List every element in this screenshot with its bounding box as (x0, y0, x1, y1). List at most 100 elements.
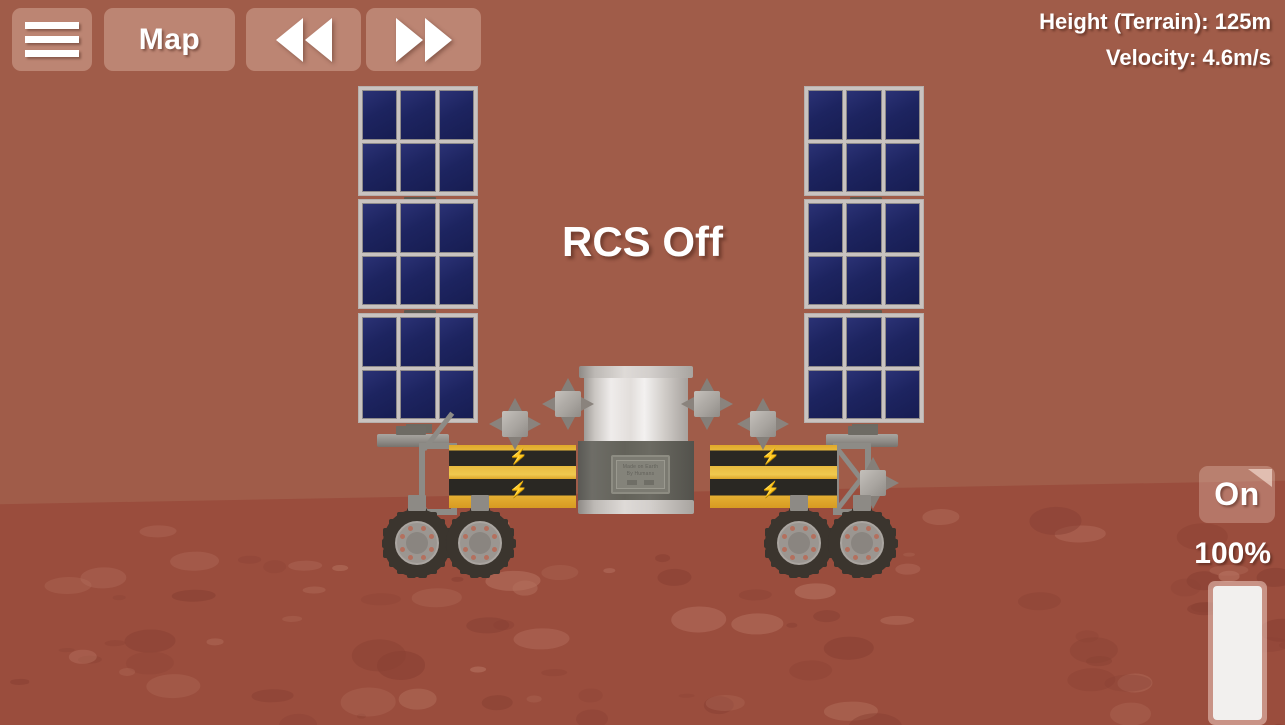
solar-panel (358, 313, 478, 423)
terrain-speck (670, 605, 727, 634)
rcs-block-body (860, 470, 886, 496)
rcs-thruster-block (681, 378, 733, 430)
rcs-block-body (502, 411, 528, 437)
terrain-speck (288, 560, 322, 572)
terrain-speck (706, 694, 746, 712)
rcs-nozzle-right (886, 476, 899, 490)
plaque-line-1: Made on Earth (622, 464, 659, 470)
terrain-speck (578, 688, 603, 703)
solar-cell (846, 142, 882, 192)
rcs-nozzle-up (561, 378, 575, 391)
terrain-speck (541, 669, 567, 677)
solar-cell (808, 142, 844, 192)
rcs-nozzle-right (776, 417, 789, 431)
fast-forward-double-right-icon (395, 17, 452, 62)
solar-panel (358, 199, 478, 309)
rcs-status-text: RCS Off (562, 218, 723, 265)
wheel-lug (420, 525, 426, 531)
wheel-hub (788, 532, 810, 554)
terrain-speck (730, 613, 784, 635)
solar-cell (400, 369, 436, 419)
rcs-nozzle-right (528, 417, 541, 431)
terrain-speck (206, 638, 224, 646)
terrain-speck (657, 568, 693, 587)
terrain-speck (794, 583, 836, 600)
solar-cell (808, 255, 844, 305)
plaque-detail (627, 480, 637, 485)
map-button[interactable]: Map (104, 8, 235, 71)
terrain-speck (902, 552, 916, 558)
solar-panel (804, 86, 924, 196)
throttle-slider[interactable] (1208, 581, 1267, 725)
rover-wheel (826, 495, 898, 579)
solar-cell (438, 203, 474, 253)
solar-cell (400, 142, 436, 192)
solar-panel (358, 86, 478, 196)
terrain-speck (104, 640, 126, 647)
terrain-speck (655, 553, 671, 562)
solar-cell (884, 203, 920, 253)
solar-cell (808, 203, 844, 253)
terrain-speck (262, 559, 286, 574)
rcs-nozzle-down (508, 437, 522, 450)
wheel-hub (851, 532, 873, 554)
rcs-nozzle-down (700, 417, 714, 430)
rcs-block-body (555, 391, 581, 417)
engine-toggle-button[interactable]: On (1199, 466, 1275, 523)
wheel-lug (865, 555, 871, 561)
wheel-axle (853, 495, 871, 511)
terrain-speck (1086, 656, 1113, 667)
lightning-bolt-icon: ⚡ (761, 448, 780, 465)
terrain-speck (10, 679, 29, 685)
wheel-lug (492, 546, 498, 552)
terrain-speck (302, 585, 327, 594)
rcs-block-body (750, 411, 776, 437)
rail-tab-right (848, 426, 878, 435)
terrain-speck (119, 667, 136, 677)
rcs-block-body (694, 391, 720, 417)
wheel-lug (811, 546, 817, 552)
rewind-button[interactable] (246, 8, 361, 71)
rover-wheel (763, 495, 835, 579)
terrain-speck (1017, 591, 1062, 611)
rewind-double-left-icon (275, 17, 332, 62)
terrain-speck (1110, 702, 1152, 725)
wheel-lug (874, 546, 880, 552)
map-button-label: Map (138, 22, 201, 56)
solar-cell (884, 255, 920, 305)
menu-button[interactable] (12, 8, 92, 71)
solar-cell (438, 142, 474, 192)
rcs-nozzle-up (508, 398, 522, 411)
solar-cell (808, 90, 844, 140)
rcs-nozzle-up (866, 457, 880, 470)
rover-wheel (444, 495, 516, 579)
solar-cell (438, 255, 474, 305)
solar-cell (884, 369, 920, 419)
wheel-lug (483, 555, 489, 561)
solar-cell (362, 90, 398, 140)
terrain-speck (139, 524, 177, 538)
wheel-lug (802, 555, 808, 561)
terrain-speck (823, 635, 874, 661)
solar-cell (808, 369, 844, 419)
hamburger-menu-icon (25, 22, 79, 57)
wheel-lug (399, 546, 405, 552)
terrain-speck (340, 687, 397, 717)
rcs-nozzle-down (561, 417, 575, 430)
solar-panel (804, 313, 924, 423)
terrain-speck (278, 713, 318, 725)
terrain-speck (576, 709, 609, 725)
rcs-nozzle-left (489, 417, 502, 431)
fuel-tank-cap (579, 366, 693, 378)
solar-cell (846, 203, 882, 253)
rcs-nozzle-left (542, 397, 555, 411)
wheel-lug (865, 525, 871, 531)
terrain-speck (112, 594, 126, 601)
fast-forward-button[interactable] (366, 8, 481, 71)
solar-cell (400, 255, 436, 305)
terrain-speck (360, 593, 401, 606)
solar-cell (846, 90, 882, 140)
throttle-percent-label: 100% (1194, 537, 1271, 570)
terrain-speck (789, 660, 832, 682)
terrain-speck (146, 673, 201, 699)
